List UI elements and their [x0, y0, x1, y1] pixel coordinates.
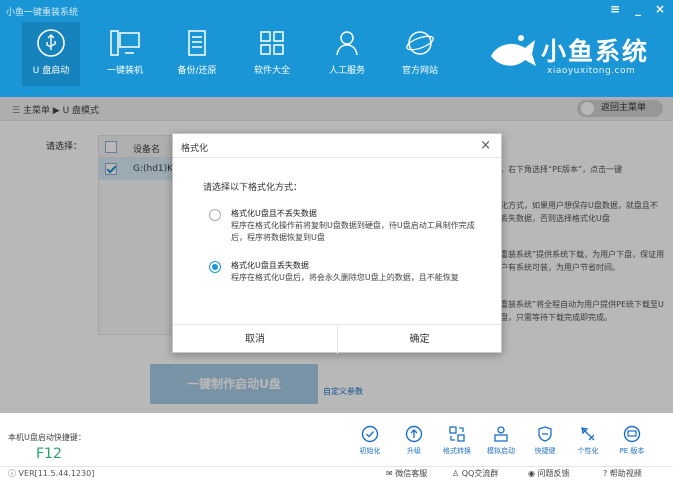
title-bar: 小鱼一键重装系统 ≡ _ × U 盘启动 一键装机 备份/还原 软件大全 人工服…: [0, 0, 673, 97]
tool-upgrade[interactable]: 升级: [394, 425, 434, 456]
upgrade-icon: [405, 425, 423, 443]
radio-lose-data[interactable]: [209, 261, 221, 273]
nav-label: 人工服务: [328, 66, 365, 76]
nav-one-click-install[interactable]: 一键装机: [96, 22, 154, 86]
qq-group-link[interactable]: ♙ QQ交流群: [452, 468, 498, 479]
shield-icon: [538, 426, 552, 442]
qq-icon: ♙: [452, 469, 462, 478]
dialog-header: 格式化 ×: [173, 134, 501, 158]
tool-format-convert[interactable]: 格式转换: [437, 425, 477, 456]
nav-usb-boot[interactable]: U 盘启动: [22, 22, 80, 86]
format-dialog: 格式化 × 请选择以下格式化方式： 格式化U盘且不丢失数据 程序在格式化操作前将…: [172, 133, 502, 354]
tool-label: 模拟启动: [487, 447, 515, 455]
nav-label: 备份/还原: [177, 66, 217, 76]
nav-label: U 盘启动: [32, 66, 70, 76]
dialog-question: 请选择以下格式化方式：: [203, 183, 303, 193]
dialog-close-icon[interactable]: ×: [480, 138, 491, 153]
brand-logo: 小鱼系统 xiaoyuxitong.com: [485, 26, 665, 86]
help-video-link[interactable]: ? 帮助视频: [603, 468, 642, 479]
feedback-link[interactable]: ◉ 问题反馈: [528, 468, 570, 479]
tool-label: 升级: [407, 447, 421, 455]
person-icon: [336, 31, 358, 56]
logo-text: 小鱼系统: [541, 37, 650, 66]
nav-software[interactable]: 软件大全: [243, 22, 301, 86]
wechat-service-link[interactable]: ✉ 微信客服: [386, 468, 427, 479]
status-bar: ⓘ VER[11.5.44.1230] ✉ 微信客服 ♙ QQ交流群 ◉ 问题反…: [0, 466, 673, 480]
tool-bar: 本机U盘启动快捷键： F12 初始化 升级 格式转换 模拟启动 快捷键 个性化 …: [0, 413, 673, 466]
logo-url: xiaoyuxitong.com: [547, 66, 636, 76]
nav-label: 官方网站: [401, 66, 438, 76]
tool-simulate-boot[interactable]: 模拟启动: [481, 425, 521, 456]
version-value: VER[11.5.44.1230]: [18, 469, 95, 478]
nav-label: 软件大全: [253, 66, 290, 76]
tool-label: 初始化: [359, 447, 381, 455]
simulate-icon: [494, 426, 508, 442]
minimize-button[interactable]: _: [635, 2, 641, 16]
version-text: ⓘ VER[11.5.44.1230]: [8, 468, 94, 479]
option-desc: 程序在格式化操作前将复制U盘数据到硬盘，待U盘启动工具制作完成后，程序将数据恢复…: [231, 221, 475, 242]
option-title: 格式化U盘且丢失数据: [231, 261, 309, 270]
nav-label: 一键装机: [106, 66, 143, 76]
cancel-button[interactable]: 取消: [173, 325, 337, 354]
dialog-footer: 取消 确定: [173, 324, 501, 354]
option-desc: 程序在格式化U盘后，将会永久删除您U盘上的数据，且不能恢复: [231, 273, 459, 282]
hotkey-value: F12: [36, 446, 62, 462]
nav-official-site[interactable]: 官方网站: [391, 22, 449, 86]
help-icon: ?: [603, 469, 610, 478]
tool-label: PE 版本: [619, 447, 645, 455]
link-label: 问题反馈: [537, 469, 570, 478]
computer-icon: [110, 30, 140, 56]
app-title: 小鱼一键重装系统: [6, 8, 79, 18]
radio-keep-data[interactable]: [209, 209, 221, 221]
link-label: 帮助视频: [609, 469, 642, 478]
tool-label: 快捷键: [534, 447, 556, 455]
grid-icon: [260, 31, 284, 55]
info-icon: ⓘ: [8, 469, 19, 478]
tool-label: 个性化: [577, 447, 599, 455]
link-label: QQ交流群: [461, 469, 499, 478]
globe-icon: [406, 31, 434, 55]
wechat-icon: ✉: [386, 469, 396, 478]
brush-icon: [581, 427, 595, 441]
feedback-icon: ◉: [528, 469, 538, 478]
dialog-title: 格式化: [181, 144, 209, 154]
nav-manual-service[interactable]: 人工服务: [318, 22, 376, 86]
usb-icon: [37, 29, 65, 57]
confirm-button[interactable]: 确定: [337, 325, 501, 354]
document-icon: [188, 30, 206, 56]
nav-backup-restore[interactable]: 备份/还原: [168, 22, 226, 86]
pe-icon: [623, 425, 641, 443]
tool-pe-version[interactable]: PE 版本: [612, 425, 652, 456]
menu-button[interactable]: ≡: [610, 2, 620, 16]
option-title: 格式化U盘且不丢失数据: [231, 209, 317, 218]
tool-personalize[interactable]: 个性化: [568, 425, 608, 456]
fish-logo-icon: [491, 35, 536, 66]
link-label: 微信客服: [395, 469, 428, 478]
check-circle-icon: [361, 425, 379, 443]
tool-hotkey[interactable]: 快捷键: [525, 425, 565, 456]
close-button[interactable]: ×: [655, 2, 665, 16]
tool-label: 格式转换: [443, 447, 471, 455]
convert-icon: [449, 426, 465, 442]
tool-initialize[interactable]: 初始化: [350, 425, 390, 456]
hotkey-label: 本机U盘启动快捷键：: [8, 433, 86, 442]
